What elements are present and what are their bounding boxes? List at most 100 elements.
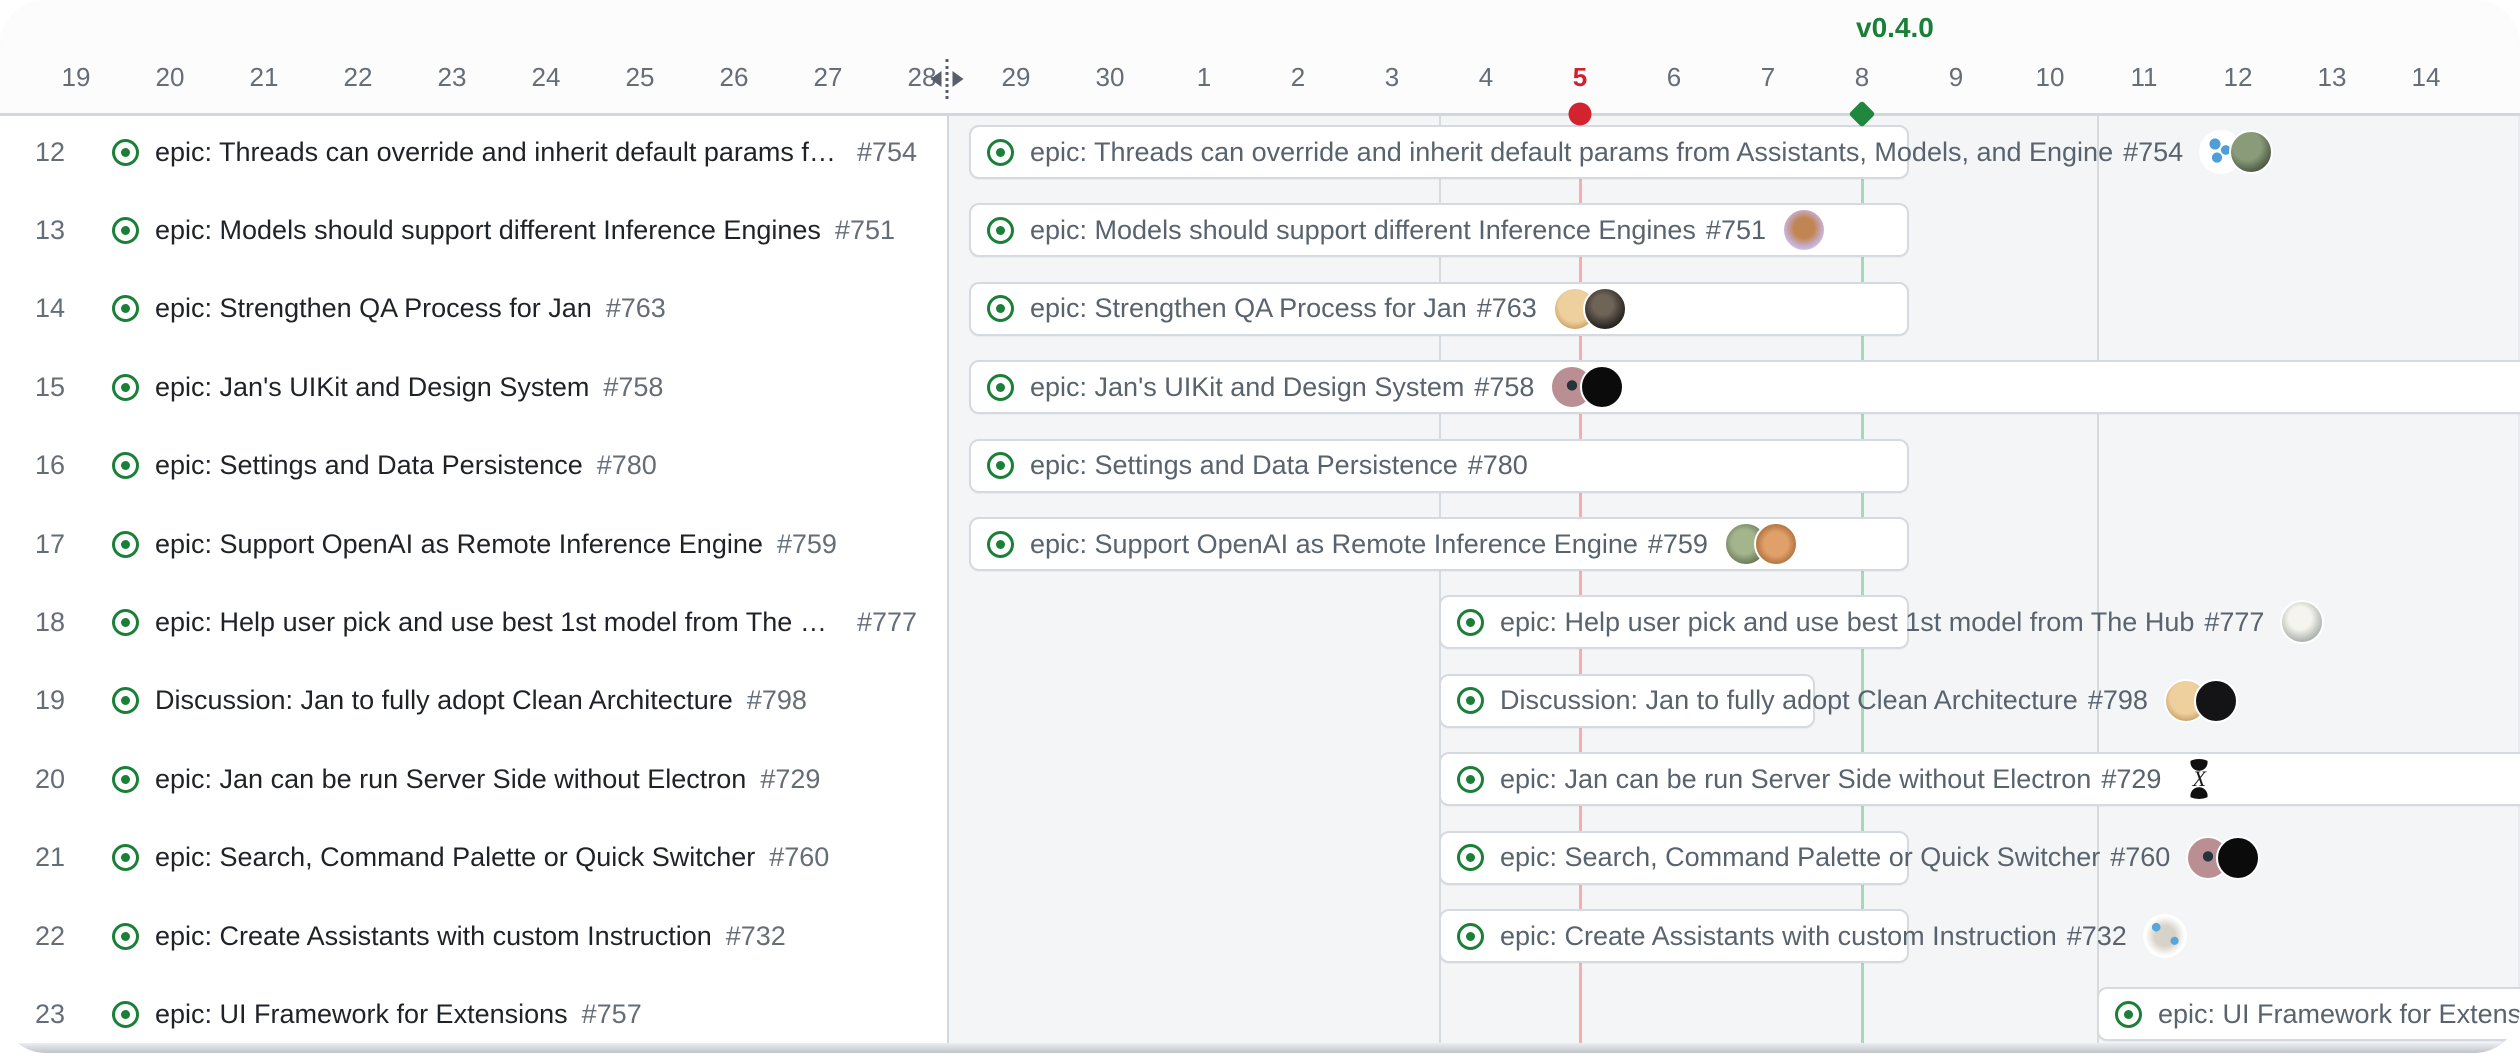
issue-number[interactable]: #751 bbox=[835, 215, 895, 246]
open-issue-icon bbox=[987, 531, 1014, 558]
open-issue-dot bbox=[996, 304, 1005, 313]
avatar-person-outdoors[interactable] bbox=[2229, 130, 2273, 174]
issue-title[interactable]: epic: Jan can be run Server Side without… bbox=[155, 764, 746, 795]
date-label: 11 bbox=[2131, 62, 2158, 93]
roadmap-bar[interactable]: epic: Search, Command Palette or Quick S… bbox=[1439, 831, 1909, 885]
issue-number[interactable]: #798 bbox=[747, 685, 807, 716]
table-row[interactable]: 12 epic: Threads can override and inherit… bbox=[0, 113, 947, 193]
issue-title[interactable]: Discussion: Jan to fully adopt Clean Arc… bbox=[155, 685, 733, 716]
date-label: 5 bbox=[1573, 62, 1587, 93]
row-number: 12 bbox=[18, 137, 82, 168]
issue-number[interactable]: #732 bbox=[726, 921, 786, 952]
avatar-black[interactable] bbox=[2216, 836, 2260, 880]
table-row[interactable]: 13epic: Models should support different … bbox=[0, 191, 947, 271]
roadmap-bar[interactable]: epic: Support OpenAI as Remote Inference… bbox=[969, 517, 1909, 571]
open-issue-icon bbox=[2115, 1001, 2142, 1028]
date-label: 4 bbox=[1479, 62, 1493, 93]
roadmap-bar[interactable]: Discussion: Jan to fully adopt Clean Arc… bbox=[1439, 674, 1815, 728]
table-row[interactable]: 15epic: Jan's UIKit and Design System#75… bbox=[0, 348, 947, 428]
issue-title[interactable]: epic: Jan's UIKit and Design System bbox=[155, 372, 589, 403]
table-row[interactable]: 14epic: Strengthen QA Process for Jan#76… bbox=[0, 270, 947, 350]
issue-title[interactable]: epic: Support OpenAI as Remote Inference… bbox=[155, 529, 763, 560]
open-issue-icon bbox=[112, 531, 139, 558]
table-row[interactable]: 19Discussion: Jan to fully adopt Clean A… bbox=[0, 662, 947, 742]
bar-issue-title: epic: Search, Command Palette or Quick S… bbox=[1500, 842, 2100, 873]
avatar-black[interactable] bbox=[1580, 365, 1624, 409]
resize-arrow-right-icon bbox=[953, 71, 964, 87]
resize-dotted-line-icon bbox=[946, 59, 949, 99]
open-issue-icon bbox=[112, 923, 139, 950]
open-issue-icon bbox=[112, 217, 139, 244]
table-row[interactable]: 20 epic: Jan can be run Server Side witho… bbox=[0, 740, 947, 820]
open-issue-icon bbox=[1457, 844, 1484, 871]
avatar-black-photo[interactable] bbox=[2194, 679, 2238, 723]
row-number: 20 bbox=[18, 764, 82, 795]
open-issue-dot bbox=[1466, 775, 1475, 784]
assignee-avatars: X bbox=[2177, 757, 2221, 801]
row-number: 17 bbox=[18, 529, 82, 560]
date-label: 21 bbox=[250, 62, 279, 93]
issue-number[interactable]: #760 bbox=[769, 842, 829, 873]
issue-number[interactable]: #759 bbox=[777, 529, 837, 560]
issue-number[interactable]: #757 bbox=[582, 999, 642, 1030]
issue-number[interactable]: #780 bbox=[597, 450, 657, 481]
bar-issue-number: #763 bbox=[1477, 293, 1537, 324]
issue-title[interactable]: epic: Settings and Data Persistence bbox=[155, 450, 583, 481]
table-row[interactable]: 21epic: Search, Command Palette or Quick… bbox=[0, 819, 947, 899]
avatar-person-purple[interactable] bbox=[1782, 208, 1826, 252]
avatar-person-orange[interactable] bbox=[1754, 522, 1798, 566]
bar-issue-title: epic: Threads can override and inherit d… bbox=[1030, 137, 2113, 168]
bar-issue-number: #777 bbox=[2204, 607, 2264, 638]
roadmap-bar[interactable]: epic: Settings and Data Persistence#780 bbox=[969, 439, 1909, 493]
table-row[interactable]: 16 epic: Settings and Data Persistence #78… bbox=[0, 427, 947, 507]
roadmap-bar[interactable]: epic: Threads can override and inherit d… bbox=[969, 125, 1909, 179]
open-issue-icon bbox=[1457, 766, 1484, 793]
issue-title[interactable]: epic: Strengthen QA Process for Jan bbox=[155, 293, 592, 324]
date-label: 8 bbox=[1855, 62, 1869, 93]
assignee-avatars bbox=[2280, 600, 2324, 644]
avatar-x-script-logo[interactable]: X bbox=[2177, 757, 2221, 801]
open-issue-icon bbox=[112, 844, 139, 871]
bar-issue-title: epic: Help user pick and use best 1st mo… bbox=[1500, 607, 2194, 638]
roadmap-bar[interactable]: epic: Create Assistants with custom Inst… bbox=[1439, 909, 1909, 963]
assignee-avatars bbox=[1782, 208, 1826, 252]
issue-number[interactable]: #729 bbox=[760, 764, 820, 795]
issue-title[interactable]: epic: Search, Command Palette or Quick S… bbox=[155, 842, 755, 873]
table-row[interactable]: 23epic: UI Framework for Extensions#757 bbox=[0, 975, 947, 1053]
table-row[interactable]: 17 epic: Support OpenAI as Remote Inferen… bbox=[0, 505, 947, 585]
issue-title[interactable]: epic: Models should support different In… bbox=[155, 215, 821, 246]
issue-table-pane[interactable]: 12 epic: Threads can override and inherit… bbox=[0, 113, 949, 1053]
timeline-pane[interactable]: epic: Threads can override and inherit d… bbox=[947, 113, 2520, 1053]
roadmap-bar[interactable]: epic: Models should support different In… bbox=[969, 203, 1909, 257]
issue-title[interactable]: epic: Help user pick and use best 1st mo… bbox=[155, 607, 843, 638]
issue-number[interactable]: #754 bbox=[857, 137, 917, 168]
roadmap-bar[interactable]: epic: Jan's UIKit and Design System#758 bbox=[969, 360, 2520, 414]
open-issue-icon bbox=[1457, 923, 1484, 950]
roadmap-bar[interactable]: epic: Help user pick and use best 1st mo… bbox=[1439, 595, 1909, 649]
open-issue-dot bbox=[121, 148, 130, 157]
avatar-cat-blue-pixel[interactable] bbox=[2143, 914, 2187, 958]
table-row[interactable]: 18epic: Help user pick and use best 1st … bbox=[0, 583, 947, 663]
bar-issue-number: #751 bbox=[1706, 215, 1766, 246]
open-issue-icon bbox=[987, 374, 1014, 401]
roadmap-bar[interactable]: epic: Strengthen QA Process for Jan#763 bbox=[969, 282, 1909, 336]
date-label: 24 bbox=[532, 62, 561, 93]
open-issue-dot bbox=[121, 226, 130, 235]
open-issue-icon bbox=[1457, 609, 1484, 636]
issue-title[interactable]: epic: UI Framework for Extensions bbox=[155, 999, 568, 1030]
issue-title[interactable]: epic: Create Assistants with custom Inst… bbox=[155, 921, 712, 952]
issue-number[interactable]: #758 bbox=[603, 372, 663, 403]
open-issue-icon bbox=[112, 374, 139, 401]
issue-number[interactable]: #763 bbox=[606, 293, 666, 324]
open-issue-icon bbox=[112, 1001, 139, 1028]
column-resize-handle-icon[interactable] bbox=[931, 59, 964, 99]
row-number: 16 bbox=[18, 450, 82, 481]
open-issue-icon bbox=[112, 295, 139, 322]
avatar-dark-photo[interactable] bbox=[1583, 287, 1627, 331]
roadmap-bar[interactable]: epic: UI Framework for Extensions#757 bbox=[2097, 987, 2520, 1041]
issue-number[interactable]: #777 bbox=[857, 607, 917, 638]
avatar-white-cat[interactable] bbox=[2280, 600, 2324, 644]
table-row[interactable]: 22epic: Create Assistants with custom In… bbox=[0, 897, 947, 977]
issue-title[interactable]: epic: Threads can override and inherit d… bbox=[155, 137, 843, 168]
roadmap-bar[interactable]: epic: Jan can be run Server Side without… bbox=[1439, 752, 2520, 806]
